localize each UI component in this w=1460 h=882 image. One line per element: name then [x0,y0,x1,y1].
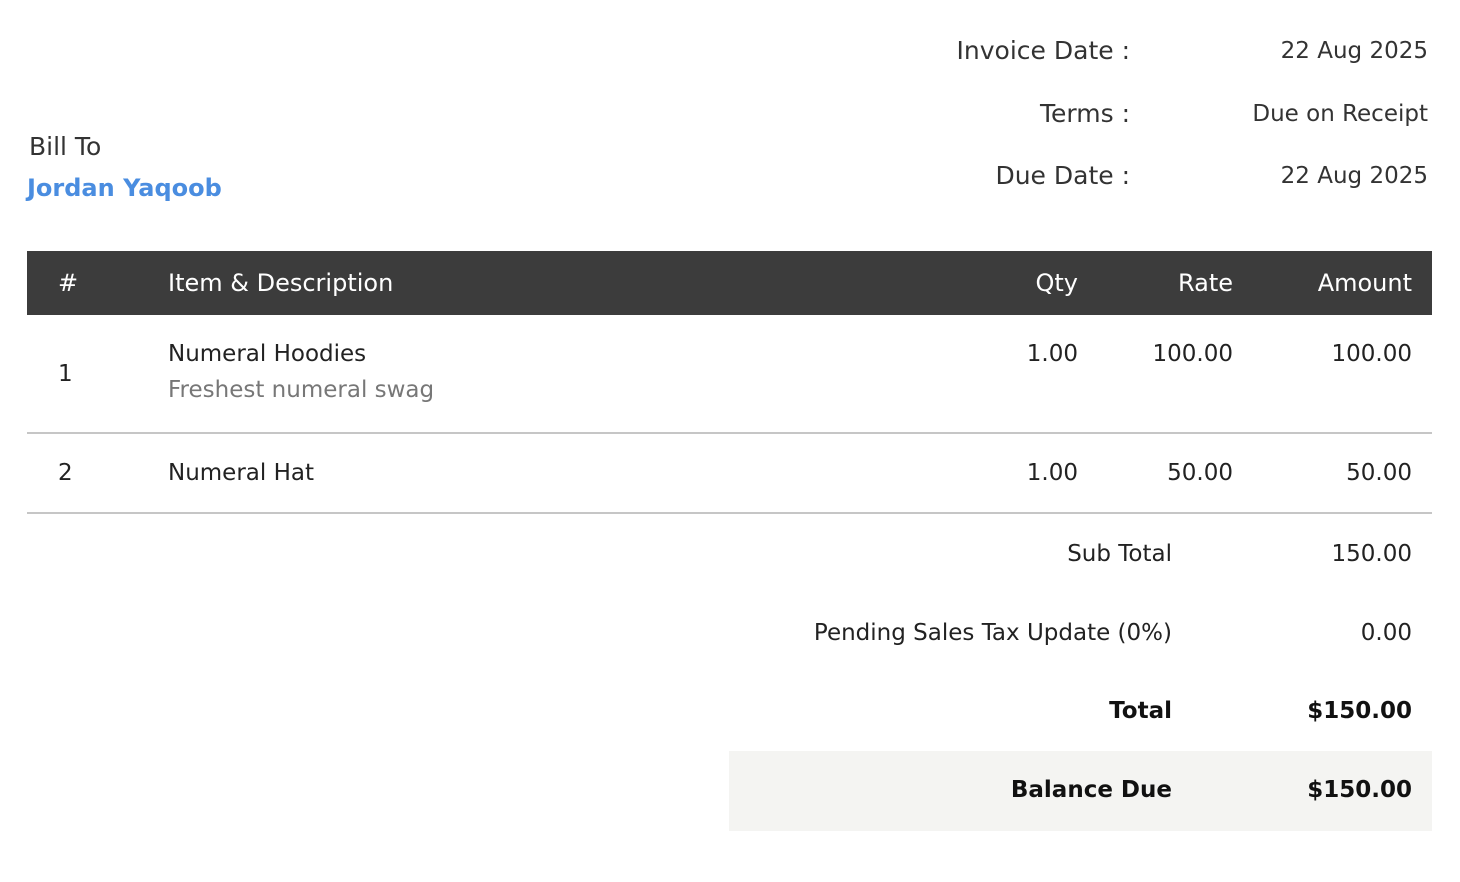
due-date-label: Due Date : [995,161,1130,190]
customer-name-link[interactable]: Jordan Yaqoob [27,174,222,202]
terms-label: Terms : [1040,99,1130,128]
due-date-value: 22 Aug 2025 [1280,163,1428,189]
row-qty: 1.00 [1026,460,1078,486]
row-num: 2 [58,460,73,486]
total-value: $150.00 [1307,698,1412,724]
row-num: 1 [58,360,73,387]
row-item-cell: Numeral Hoodies Freshest numeral swag [168,315,963,433]
header-rate: Rate [1177,269,1233,297]
item-description: Freshest numeral swag [168,377,435,403]
sub-total-label: Sub Total [1067,541,1172,567]
header-num: # [58,269,79,297]
total-label: Total [1109,698,1172,724]
header-amount: Amount [1317,269,1412,297]
item-name: Numeral Hat [168,460,314,486]
tax-label: Pending Sales Tax Update (0%) [813,620,1172,646]
row-qty: 1.00 [1026,341,1078,367]
line-items-table: # Item & Description Qty Rate Amount 1 N… [27,251,1432,514]
invoice-date-label: Invoice Date : [956,36,1130,65]
row-amount: 50.00 [1346,460,1412,486]
table-row: 1 Numeral Hoodies Freshest numeral swag … [27,315,1432,433]
row-amount: 100.00 [1331,341,1412,367]
bill-to-label: Bill To [29,132,102,161]
invoice-date-value: 22 Aug 2025 [1280,38,1428,64]
tax-value: 0.00 [1360,620,1412,646]
row-rate: 50.00 [1167,460,1233,486]
header-qty: Qty [1035,269,1078,297]
sub-total-value: 150.00 [1331,541,1412,567]
terms-value: Due on Receipt [1252,101,1428,127]
table-header-row: # Item & Description Qty Rate Amount [27,251,1432,315]
balance-due-value: $150.00 [1307,777,1412,803]
row-item-cell: Numeral Hat [168,433,963,513]
header-item-description: Item & Description [168,269,394,297]
balance-due-label: Balance Due [1010,777,1172,803]
item-name: Numeral Hoodies [168,341,367,367]
row-rate: 100.00 [1152,341,1233,367]
table-row: 2 Numeral Hat 1.00 50.00 50.00 [27,433,1432,513]
